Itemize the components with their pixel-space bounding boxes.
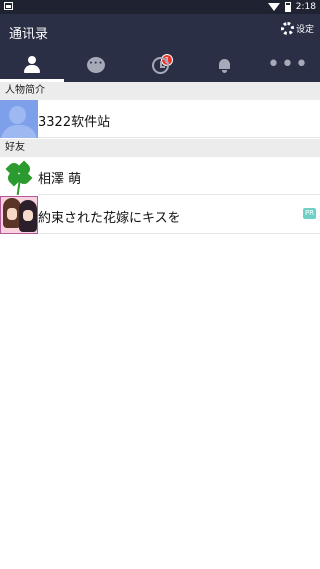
bell-icon — [218, 58, 231, 73]
tab-history[interactable] — [128, 48, 192, 82]
clock-icon — [151, 56, 169, 74]
friend-row[interactable]: 約束された花嫁にキスを PR — [0, 196, 320, 234]
anime-avatar — [0, 196, 38, 234]
app-bar: 通讯录 设定 — [0, 14, 320, 48]
page-title: 通讯录 — [9, 27, 49, 42]
settings-label: 设定 — [295, 25, 314, 35]
friend-name: 約束された花嫁にキスを — [38, 211, 181, 226]
profile-name: 3322软件站 — [38, 115, 111, 130]
battery-icon — [284, 2, 291, 12]
profile-avatar — [0, 100, 38, 138]
person-icon — [22, 56, 42, 74]
settings-button[interactable]: 设定 — [280, 22, 314, 35]
tab-bar: 1 ••• — [0, 48, 320, 82]
more-icon: ••• — [267, 52, 309, 77]
tab-chats[interactable]: 1 — [64, 48, 173, 82]
friend-row[interactable]: 相澤 萌 — [0, 157, 320, 195]
section-friends: 好友 — [0, 139, 320, 157]
chat-icon — [87, 57, 105, 73]
gear-icon — [280, 22, 294, 35]
image-notification-icon — [4, 2, 13, 10]
friend-name: 相澤 萌 — [38, 172, 82, 187]
clover-avatar — [0, 157, 38, 195]
status-indicators: 2:18 — [267, 0, 316, 14]
tab-notifications[interactable] — [192, 48, 256, 82]
status-bar: 2:18 — [0, 0, 320, 14]
tab-contacts[interactable] — [0, 48, 64, 82]
section-profile: 人物简介 — [0, 82, 320, 100]
pr-tag: PR — [303, 208, 316, 219]
status-time: 2:18 — [295, 2, 316, 12]
wifi-icon — [267, 3, 280, 11]
profile-row[interactable]: 3322软件站 — [0, 100, 320, 138]
tab-more[interactable]: ••• — [256, 48, 320, 82]
